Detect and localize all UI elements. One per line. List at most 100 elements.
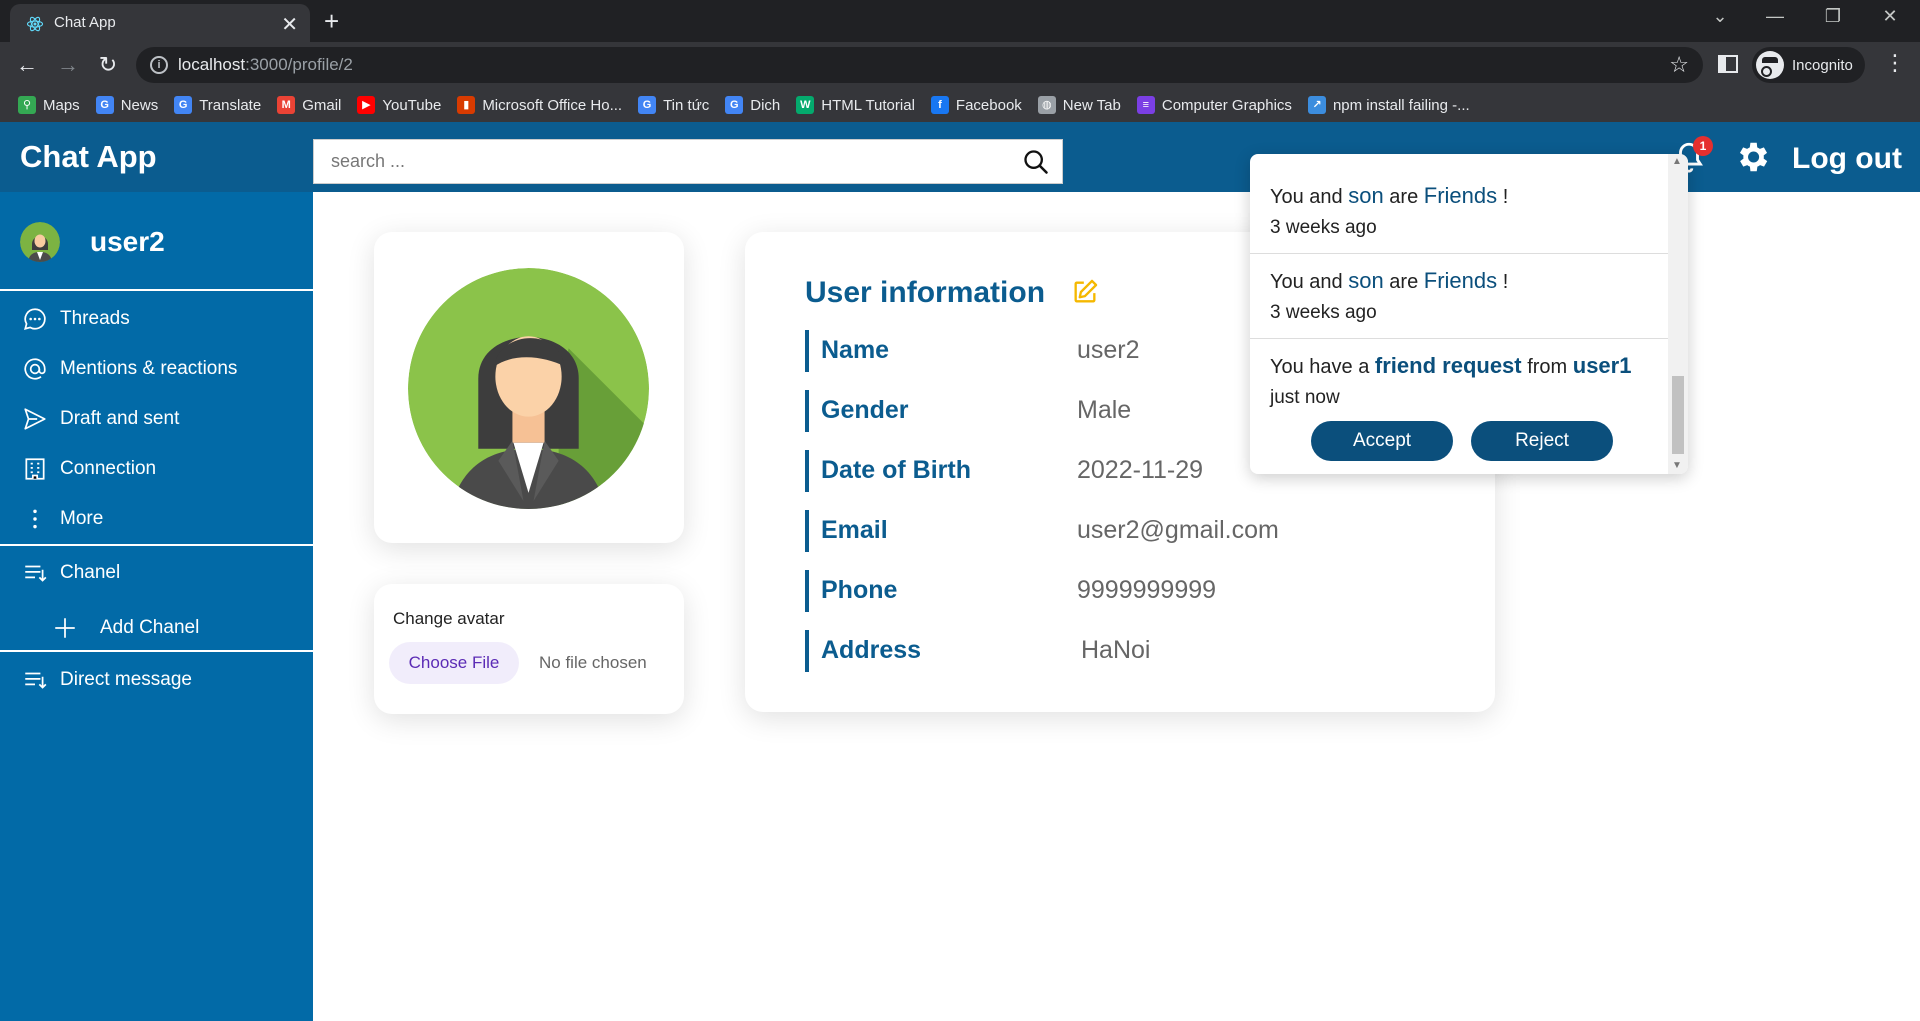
notifications-scrollbar[interactable]: ▲ ▼ [1668, 154, 1688, 474]
accept-button[interactable]: Accept [1311, 421, 1453, 461]
sidebar-item-more[interactable]: More [0, 494, 313, 544]
bookmark-label: Dich [750, 96, 781, 114]
office-icon: ▮ [457, 96, 476, 114]
notification-text: You and son are Friends ! [1270, 183, 1509, 208]
bookmark-item[interactable]: ◍ New Tab [1037, 96, 1121, 114]
restore-button[interactable]: ❐ [1813, 6, 1853, 27]
notification-item[interactable]: You and son are Friends ! 3 weeks ago [1250, 254, 1668, 339]
row-accent-bar [805, 630, 809, 672]
sidebar-item-direct-message[interactable]: Direct message [0, 655, 313, 705]
notifications-dropdown: You and son are Friends ! 3 weeks ago Yo… [1250, 154, 1688, 474]
row-accent-bar [805, 450, 809, 492]
search-box [313, 139, 1063, 184]
news-icon: G [638, 96, 657, 114]
bookmark-item[interactable]: ▮ Microsoft Office Ho... [457, 96, 622, 114]
forward-button[interactable]: → [54, 51, 82, 79]
notification-time: 3 weeks ago [1270, 302, 1377, 323]
chat-bubble-icon [24, 308, 46, 330]
sidebar-item-label: Draft and sent [60, 408, 180, 429]
info-value: HaNoi [1081, 636, 1151, 664]
info-key: Name [821, 336, 890, 364]
link-icon: ↗ [1307, 96, 1326, 114]
bookmark-star-icon[interactable]: ☆ [1669, 52, 1689, 78]
reject-button[interactable]: Reject [1471, 421, 1613, 461]
scroll-up-arrow-icon[interactable]: ▲ [1672, 156, 1682, 167]
add-channel-button[interactable]: Add Chanel [0, 603, 313, 653]
list-icon: ≡ [1136, 96, 1155, 114]
bookmark-item[interactable]: ≡ Computer Graphics [1136, 96, 1292, 114]
bookmark-item[interactable]: ↗ npm install failing -... [1307, 96, 1470, 114]
search-icon[interactable] [1022, 148, 1050, 176]
building-icon [25, 458, 45, 480]
address-bar[interactable]: i localhost:3000/profile/2 ☆ [136, 47, 1703, 83]
info-row-phone: Phone 9999999999 [805, 570, 1465, 612]
sidebar-divider [0, 544, 313, 546]
tab-search-icon[interactable]: ⌄ [1700, 6, 1740, 27]
info-row-email: Email user2@gmail.com [805, 510, 1465, 552]
sidebar-item-drafts[interactable]: Draft and sent [0, 394, 313, 444]
notification-badge: 1 [1693, 136, 1713, 156]
youtube-icon: ▶ [357, 96, 376, 114]
change-avatar-card: Change avatar Choose File No file chosen [374, 584, 684, 714]
row-accent-bar [805, 330, 809, 372]
facebook-icon: f [930, 96, 949, 114]
bookmark-item[interactable]: ⚲ Maps [18, 96, 80, 114]
browser-toolbar: ← → ↻ i localhost:3000/profile/2 ☆ Incog… [0, 42, 1920, 88]
minimize-button[interactable]: — [1755, 6, 1795, 27]
sidebar-item-label: Add Chanel [100, 617, 200, 638]
info-value: user2@gmail.com [1077, 516, 1279, 544]
avatar [20, 222, 60, 262]
bookmark-item[interactable]: ▶ YouTube [357, 96, 441, 114]
bookmark-item[interactable]: G Dich [725, 96, 780, 114]
notification-text: You and son are Friends ! [1270, 268, 1509, 293]
info-value: 9999999999 [1077, 576, 1217, 604]
bookmark-label: Microsoft Office Ho... [482, 96, 623, 114]
bookmark-item[interactable]: G Translate [174, 96, 261, 114]
info-key: Email [821, 516, 888, 544]
globe-icon: ◍ [1037, 96, 1056, 114]
friend-request-item: You have a friend request from user1 jus… [1250, 339, 1668, 474]
close-window-button[interactable]: ✕ [1870, 6, 1910, 27]
sidebar-item-chanel[interactable]: Chanel [0, 548, 313, 598]
incognito-indicator[interactable]: Incognito [1752, 47, 1865, 83]
sidebar-item-threads[interactable]: Threads [0, 294, 313, 344]
sidebar-item-mentions[interactable]: Mentions & reactions [0, 344, 313, 394]
bookmark-item[interactable]: f Facebook [930, 96, 1022, 114]
side-panel-icon[interactable] [1718, 55, 1738, 73]
notification-item[interactable]: You and son are Friends ! 3 weeks ago [1250, 154, 1668, 254]
tab-close-icon[interactable]: ✕ [281, 12, 298, 37]
sidebar-profile[interactable]: user2 [0, 192, 313, 291]
sidebar-item-connection[interactable]: Connection [0, 444, 313, 494]
more-vertical-icon [33, 509, 37, 529]
avatar-card [374, 232, 684, 543]
bookmark-label: Gmail [302, 96, 342, 114]
new-tab-button[interactable]: + [324, 6, 339, 37]
bookmark-label: Facebook [955, 96, 1022, 114]
choose-file-button[interactable]: Choose File [389, 642, 519, 684]
back-button[interactable]: ← [13, 51, 41, 79]
send-icon [24, 408, 46, 430]
site-info-icon[interactable]: i [150, 56, 168, 74]
sidebar-item-label: More [60, 508, 104, 529]
sidebar-item-label: Threads [60, 308, 130, 329]
scroll-down-arrow-icon[interactable]: ▼ [1672, 460, 1682, 471]
row-accent-bar [805, 510, 809, 552]
reload-button[interactable]: ↻ [94, 51, 122, 79]
at-sign-icon [24, 358, 46, 380]
browser-tab-strip: Chat App ✕ + ⌄ — ❐ ✕ [0, 0, 1920, 42]
browser-menu-icon[interactable]: ⋮ [1884, 50, 1906, 76]
gear-icon[interactable] [1733, 138, 1771, 176]
playlist-icon [25, 565, 47, 582]
edit-icon[interactable] [1071, 278, 1099, 306]
bookmark-item[interactable]: G Tin tức [638, 96, 709, 114]
search-input[interactable] [314, 140, 994, 183]
scrollbar-thumb[interactable] [1672, 376, 1684, 454]
logout-button[interactable]: Log out [1792, 142, 1902, 176]
bookmark-item[interactable]: G News [95, 96, 158, 114]
bookmark-item[interactable]: W HTML Tutorial [796, 96, 915, 114]
bookmark-label: Maps [43, 96, 80, 114]
bookmark-item[interactable]: M Gmail [277, 96, 341, 114]
browser-tab[interactable]: Chat App ✕ [10, 4, 310, 42]
notification-time: just now [1270, 387, 1340, 408]
tab-title: Chat App [54, 14, 116, 31]
